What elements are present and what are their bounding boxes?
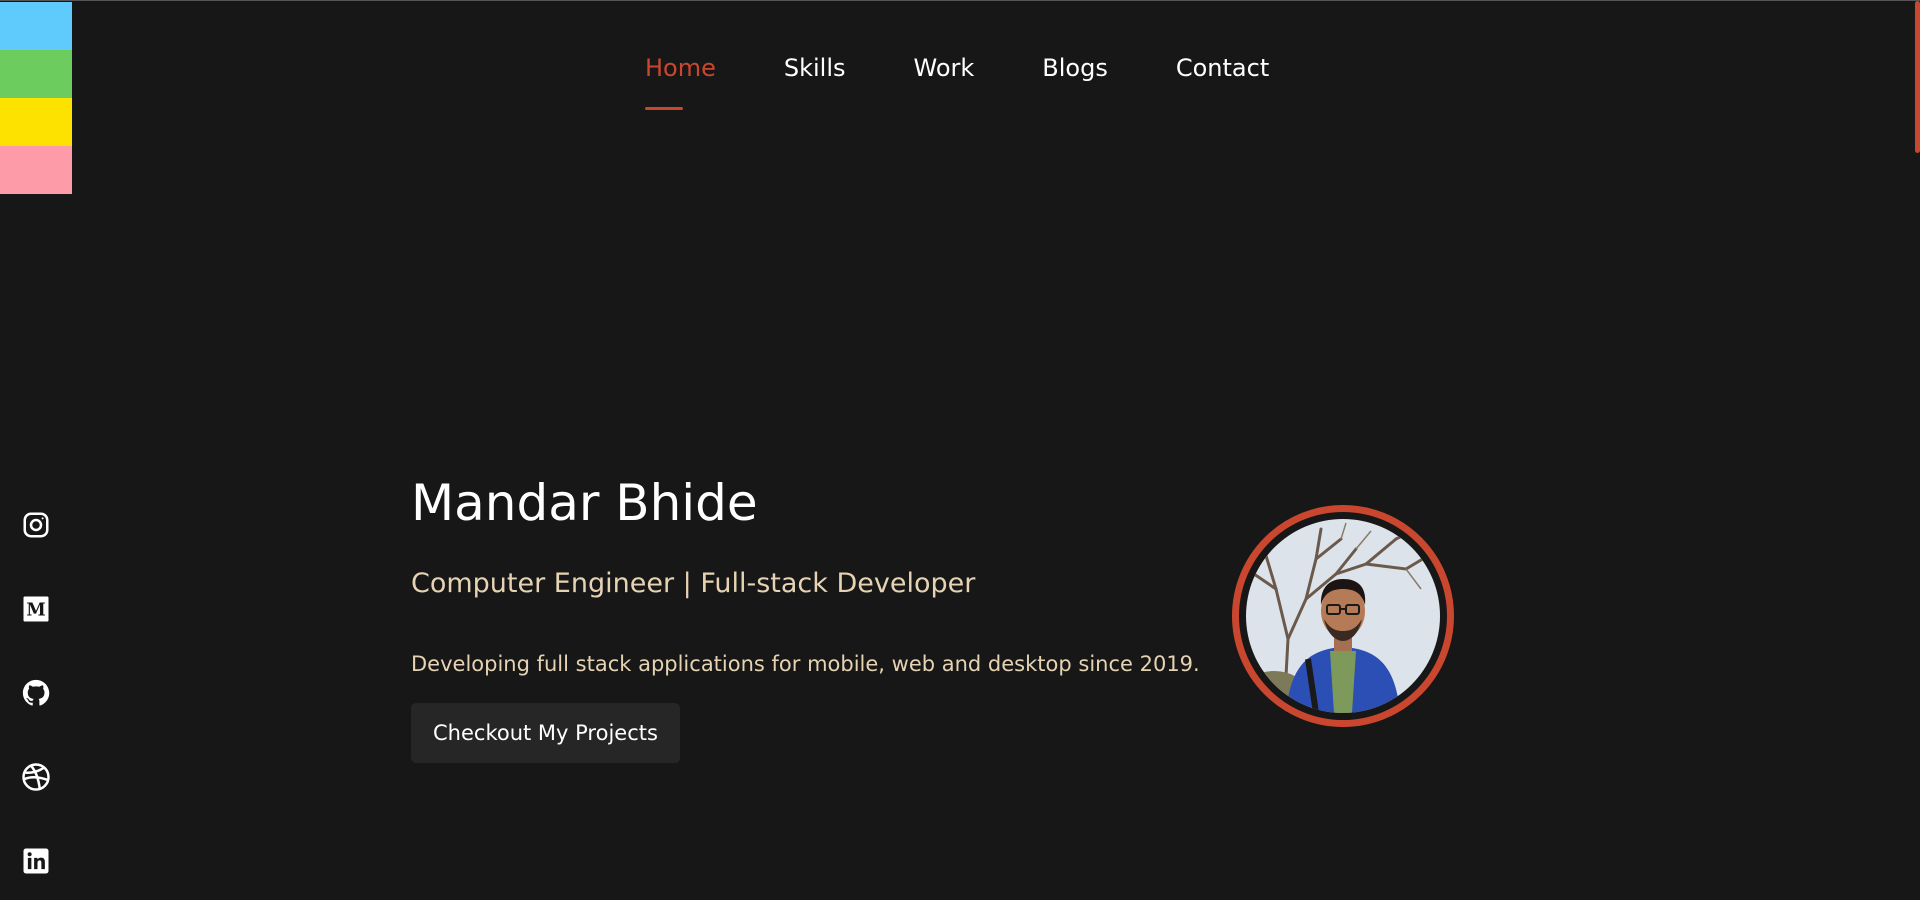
instagram-link[interactable] [20, 509, 52, 541]
checkout-projects-button[interactable]: Checkout My Projects [411, 703, 680, 763]
hero-role: Computer Engineer | Full-stack Developer [411, 568, 976, 599]
swatch-pink[interactable] [0, 146, 72, 194]
active-underline [645, 107, 683, 110]
nav-item-label: Home [645, 54, 716, 82]
linkedin-link[interactable] [20, 845, 52, 877]
dribbble-icon [22, 763, 50, 791]
nav-item-label: Skills [783, 54, 846, 82]
nav-item-home[interactable]: Home [645, 51, 716, 110]
github-link[interactable] [20, 677, 52, 709]
medium-link[interactable]: M [20, 593, 52, 625]
github-icon [22, 679, 50, 706]
medium-icon: M [23, 596, 49, 622]
portfolio-page: Home Skills Work Blogs Contact M Mandar … [0, 0, 1920, 900]
nav-item-contact[interactable]: Contact [1176, 51, 1269, 85]
linkedin-icon [23, 848, 49, 874]
nav-item-label: Blogs [1042, 54, 1108, 82]
hero-description: Developing full stack applications for m… [411, 652, 1200, 676]
color-swatches [0, 2, 72, 194]
svg-text:M: M [26, 600, 45, 620]
hero-name: Mandar Bhide [411, 474, 758, 532]
swatch-green[interactable] [0, 50, 72, 98]
dribbble-link[interactable] [20, 761, 52, 793]
nav-item-label: Contact [1175, 54, 1270, 82]
swatch-blue[interactable] [0, 2, 72, 50]
scrollbar-thumb[interactable] [1915, 1, 1920, 153]
profile-photo [1246, 519, 1440, 713]
nav-item-label: Work [913, 54, 975, 82]
nav-item-work[interactable]: Work [914, 51, 975, 85]
nav-item-blogs[interactable]: Blogs [1042, 51, 1108, 85]
nav-item-skills[interactable]: Skills [784, 51, 846, 85]
top-nav: Home Skills Work Blogs Contact [645, 51, 1337, 110]
instagram-icon [23, 512, 49, 538]
swatch-yellow[interactable] [0, 98, 72, 146]
profile-photo-illustration [1246, 519, 1440, 713]
avatar [1232, 505, 1454, 727]
social-links: M [20, 509, 52, 900]
